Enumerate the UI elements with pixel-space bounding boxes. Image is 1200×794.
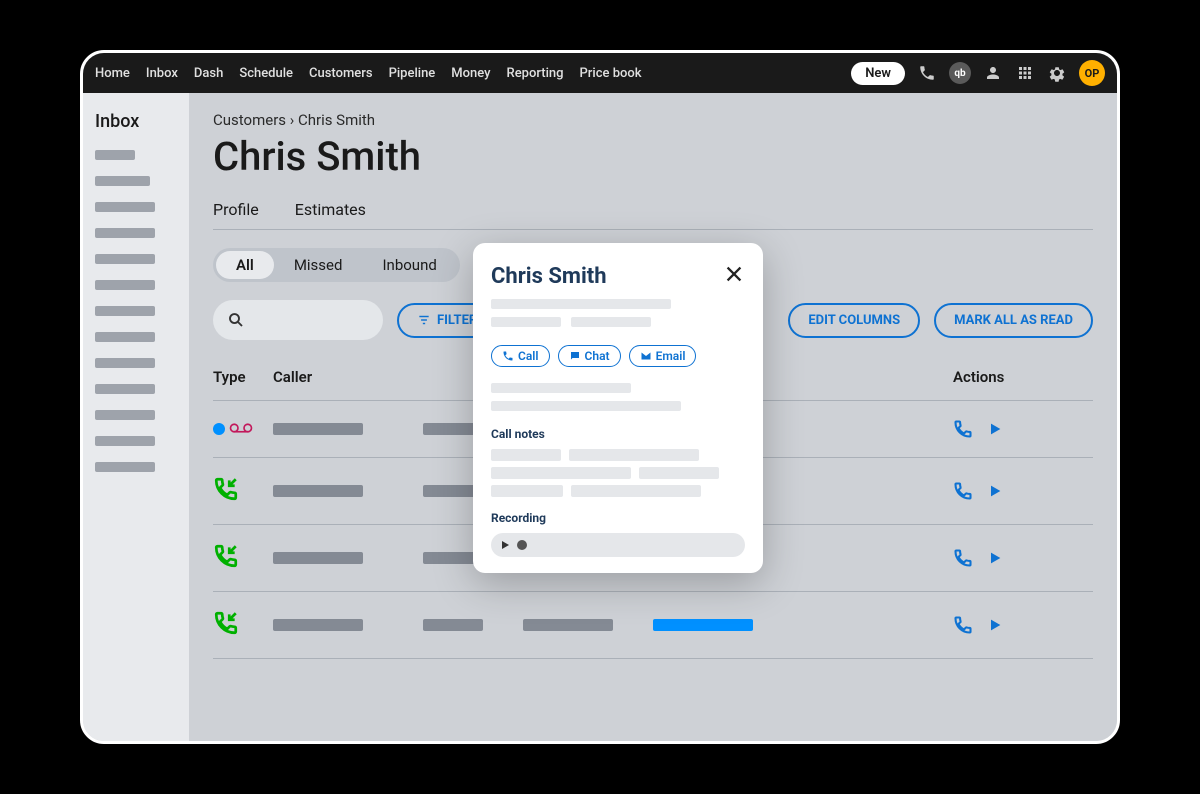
modal-call-button[interactable]: Call xyxy=(491,345,550,367)
sidebar-item[interactable] xyxy=(95,176,150,186)
nav-right: New qb OP xyxy=(851,60,1105,86)
play-action-icon[interactable] xyxy=(987,617,1003,633)
play-icon xyxy=(499,539,511,551)
sidebar-item[interactable] xyxy=(95,384,155,394)
voicemail-icon xyxy=(229,420,253,439)
inbound-call-icon xyxy=(213,543,239,573)
search-icon xyxy=(227,311,245,329)
new-button[interactable]: New xyxy=(851,62,905,85)
sidebar-item[interactable] xyxy=(95,358,155,368)
table-row[interactable] xyxy=(213,592,1093,659)
play-action-icon[interactable] xyxy=(987,483,1003,499)
tabs: Profile Estimates xyxy=(213,200,1093,230)
nav-left: Home Inbox Dash Schedule Customers Pipel… xyxy=(95,66,642,81)
tab-estimates[interactable]: Estimates xyxy=(295,200,366,219)
sidebar-item[interactable] xyxy=(95,254,155,264)
nav-reporting[interactable]: Reporting xyxy=(507,66,564,81)
email-icon xyxy=(640,350,652,362)
recording-player[interactable] xyxy=(491,533,745,557)
person-icon[interactable] xyxy=(983,63,1003,83)
sidebar-item[interactable] xyxy=(95,462,155,472)
seg-missed[interactable]: Missed xyxy=(274,251,363,279)
gear-icon[interactable] xyxy=(1047,63,1067,83)
nav-inbox[interactable]: Inbox xyxy=(146,66,178,81)
recording-label: Recording xyxy=(491,511,745,525)
app-window: Home Inbox Dash Schedule Customers Pipel… xyxy=(80,50,1120,744)
filter-label: FILTER xyxy=(437,313,477,328)
sidebar-item[interactable] xyxy=(95,332,155,342)
apps-icon[interactable] xyxy=(1015,63,1035,83)
call-notes-label: Call notes xyxy=(491,427,745,441)
breadcrumb[interactable]: Customers › Chris Smith xyxy=(213,111,1093,129)
call-action-icon[interactable] xyxy=(953,615,973,635)
seg-all[interactable]: All xyxy=(216,251,274,279)
nav-schedule[interactable]: Schedule xyxy=(239,66,293,81)
page-title: Chris Smith xyxy=(213,133,1093,180)
nav-pricebook[interactable]: Price book xyxy=(580,66,642,81)
sidebar-item[interactable] xyxy=(95,150,135,160)
sidebar-item[interactable] xyxy=(95,436,155,446)
call-action-icon[interactable] xyxy=(953,548,973,568)
top-nav: Home Inbox Dash Schedule Customers Pipel… xyxy=(83,53,1117,93)
call-detail-modal: Chris Smith Call Chat Email xyxy=(473,243,763,573)
phone-icon xyxy=(502,350,514,362)
unread-dot-icon xyxy=(213,423,225,435)
sidebar-item[interactable] xyxy=(95,410,155,420)
recording-progress-dot xyxy=(517,540,527,550)
tab-profile[interactable]: Profile xyxy=(213,200,259,219)
qb-icon[interactable]: qb xyxy=(949,62,971,84)
inbound-call-icon xyxy=(213,476,239,506)
filter-icon xyxy=(417,313,431,327)
col-actions: Actions xyxy=(953,368,1093,386)
col-type: Type xyxy=(213,368,273,386)
nav-money[interactable]: Money xyxy=(451,66,490,81)
call-action-icon[interactable] xyxy=(953,481,973,501)
nav-customers[interactable]: Customers xyxy=(309,66,373,81)
segmented-control: All Missed Inbound xyxy=(213,248,460,282)
sidebar-item[interactable] xyxy=(95,280,155,290)
sidebar-item[interactable] xyxy=(95,202,155,212)
mark-all-read-button[interactable]: MARK ALL AS READ xyxy=(934,303,1093,338)
modal-email-button[interactable]: Email xyxy=(629,345,697,367)
nav-home[interactable]: Home xyxy=(95,66,130,81)
play-action-icon[interactable] xyxy=(987,550,1003,566)
edit-columns-button[interactable]: EDIT COLUMNS xyxy=(788,303,920,338)
sidebar-title: Inbox xyxy=(95,111,177,132)
sidebar-item[interactable] xyxy=(95,306,155,316)
phone-icon[interactable] xyxy=(917,63,937,83)
sidebar-item[interactable] xyxy=(95,228,155,238)
modal-chat-button[interactable]: Chat xyxy=(558,345,621,367)
avatar[interactable]: OP xyxy=(1079,60,1105,86)
call-action-icon[interactable] xyxy=(953,419,973,439)
modal-title: Chris Smith xyxy=(491,264,607,289)
chat-icon xyxy=(569,350,581,362)
play-action-icon[interactable] xyxy=(987,421,1003,437)
col-caller: Caller xyxy=(273,368,423,386)
close-icon[interactable] xyxy=(723,263,745,289)
inbound-call-icon xyxy=(213,610,239,640)
nav-pipeline[interactable]: Pipeline xyxy=(389,66,436,81)
search-input[interactable] xyxy=(213,300,383,340)
nav-dash[interactable]: Dash xyxy=(194,66,223,81)
seg-inbound[interactable]: Inbound xyxy=(362,251,456,279)
sidebar: Inbox xyxy=(83,93,189,741)
